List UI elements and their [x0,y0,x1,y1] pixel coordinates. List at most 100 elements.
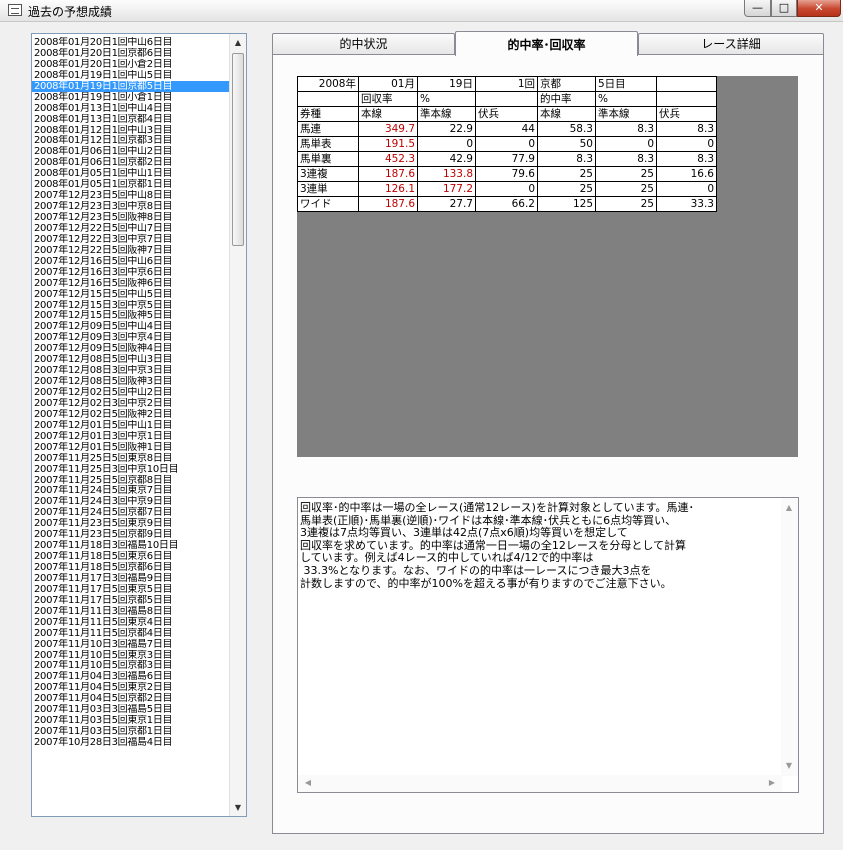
note-vertical-scrollbar[interactable]: ▲ ▼ [781,498,798,776]
minimize-button[interactable]: — [744,0,771,17]
note-line: 計数しますので、的中率が100%を超える事が有りますのでご注意下さい。 [300,576,672,590]
race-list-item[interactable]: 2007年12月23日3回中京8日目 [32,201,230,212]
grid-value-cell: 8.3 [656,121,717,137]
list-scrollbar[interactable]: ▲ ▼ [229,34,246,816]
race-list-item[interactable]: 2007年11月10日5回東京3日目 [32,650,230,661]
race-list-item[interactable]: 2007年11月24日5回京都7日目 [32,507,230,518]
race-list-item[interactable]: 2008年01月20日1回小倉2日目 [32,59,230,70]
race-list-item[interactable]: 2007年11月03日5回東京1日目 [32,715,230,726]
race-list-item[interactable]: 2007年11月25日5回東京8日目 [32,453,230,464]
race-list-item[interactable]: 2007年11月25日5回京都8日目 [32,475,230,486]
race-list-item[interactable]: 2007年12月09日3回中京4日目 [32,332,230,343]
grid-value-cell: 50 [537,136,596,152]
race-list-item[interactable]: 2008年01月12日1回京都3日目 [32,135,230,146]
grid-value-cell: 0 [656,181,717,197]
race-list-item[interactable]: 2007年12月16日5回中山6日目 [32,256,230,267]
race-list-item[interactable]: 2007年12月02日3回中京2日目 [32,398,230,409]
race-list-item[interactable]: 2007年11月24日3回中京9日目 [32,496,230,507]
race-list-item[interactable]: 2007年12月15日3回中京5日目 [32,300,230,311]
race-list-item[interactable]: 2007年11月04日5回東京2日目 [32,682,230,693]
grid-value-cell: 187.6 [358,166,418,182]
grid-header-cell: % [417,91,476,107]
note-scroll-left-icon[interactable]: ◀ [300,775,316,791]
race-list-item[interactable]: 2007年12月23日5回中山8日目 [32,190,230,201]
race-list-item[interactable]: 2007年11月23日5回東京9日目 [32,518,230,529]
race-list-item[interactable]: 2008年01月05日1回京都1日目 [32,179,230,190]
race-list-item[interactable]: 2007年11月10日5回京都3日目 [32,660,230,671]
race-list-item[interactable]: 2007年12月22日5回阪神7日目 [32,245,230,256]
maximize-button[interactable]: □ [771,0,797,17]
grid-value-cell: 187.6 [358,196,418,212]
bet-type-cell: ワイド [297,196,359,212]
race-list-item[interactable]: 2007年12月02日5回阪神2日目 [32,409,230,420]
race-list-item[interactable]: 2007年11月04日5回京都2日目 [32,693,230,704]
race-list-item[interactable]: 2007年11月03日3回福島5日目 [32,704,230,715]
race-list-item[interactable]: 2008年01月06日1回中山2日目 [32,146,230,157]
race-list-item[interactable]: 2007年12月02日5回中山2日目 [32,387,230,398]
note-scroll-right-icon[interactable]: ▶ [764,775,780,791]
race-list-item[interactable]: 2007年12月08日5回中山3日目 [32,354,230,365]
tab-race-detail[interactable]: レース詳細 [638,33,824,54]
race-list-item[interactable]: 2007年12月15日5回中山5日目 [32,289,230,300]
race-list-item[interactable]: 2007年11月18日3回福島10日目 [32,540,230,551]
race-list-item[interactable]: 2007年12月22日5回中山7日目 [32,223,230,234]
race-list-item[interactable]: 2007年11月04日3回福島6日目 [32,671,230,682]
race-list-item[interactable]: 2008年01月13日1回京都4日目 [32,114,230,125]
race-list-item[interactable]: 2008年01月19日1回京都5日目 [32,80,230,92]
grid-header-cell: 2008年 [297,76,359,92]
race-list-item[interactable]: 2007年12月09日5回阪神4日目 [32,343,230,354]
race-list-item[interactable]: 2007年12月01日5回阪神1日目 [32,442,230,453]
grid-value-cell: 126.1 [358,181,418,197]
race-list-item[interactable]: 2007年12月01日5回中山1日目 [32,420,230,431]
race-list-item[interactable]: 2007年12月08日5回阪神3日目 [32,376,230,387]
grid-value-cell: 79.6 [475,166,538,182]
race-list-item[interactable]: 2008年01月12日1回中山3日目 [32,125,230,136]
race-list-item[interactable]: 2007年11月10日3回福島7日目 [32,639,230,650]
note-scroll-up-icon[interactable]: ▲ [781,500,797,516]
scrollbar-thumb[interactable] [232,53,244,246]
race-list-item[interactable]: 2007年12月22日3回中京7日目 [32,234,230,245]
race-list-items: 2008年01月20日1回中山6日目 2008年01月20日1回京都6日目 2008… [32,37,230,748]
race-list-item[interactable]: 2007年11月11日5回東京4日目 [32,617,230,628]
race-list-item[interactable]: 2008年01月19日1回小倉1日目 [32,92,230,103]
race-list-item[interactable]: 2007年12月23日5回阪神8日目 [32,212,230,223]
grid-value-cell: 66.2 [475,196,538,212]
tab-hit-status[interactable]: 的中状況 [272,33,455,54]
race-list-item[interactable]: 2007年11月11日5回京都4日目 [32,628,230,639]
note-horizontal-scrollbar[interactable]: ◀ ▶ [298,775,782,792]
note-textbox[interactable]: 回収率･的中率は一場の全レース(通常12レース)を計算対象としています。馬連･馬… [297,497,799,793]
race-list-item[interactable]: 2007年11月18日5回京都6日目 [32,562,230,573]
race-list-item[interactable]: 2008年01月20日1回中山6日目 [32,37,230,48]
race-list-item[interactable]: 2008年01月19日1回中山5日目 [32,70,230,81]
grid-header-cell: 01月 [358,76,418,92]
tab-hit-rate-return[interactable]: 的中率･回収率 [455,31,638,56]
note-line: 3連複は7点均等買い、3連単は42点(7点x6順)均等買いを想定して [300,526,628,540]
race-list-item[interactable]: 2007年12月15日5回阪神5日目 [32,310,230,321]
race-list-item[interactable]: 2008年01月13日1回中山4日目 [32,103,230,114]
race-list-item[interactable]: 2007年12月08日3回中京3日目 [32,365,230,376]
close-button[interactable]: ✕ [797,0,841,17]
race-list-item[interactable]: 2008年01月06日1回京都2日目 [32,157,230,168]
race-list-item[interactable]: 2007年11月17日5回東京5日目 [32,584,230,595]
race-list-item[interactable]: 2007年12月16日5回阪神6日目 [32,278,230,289]
scroll-down-icon[interactable]: ▼ [230,799,246,816]
race-list-item[interactable]: 2007年11月11日3回福島8日目 [32,606,230,617]
note-scroll-down-icon[interactable]: ▼ [781,758,797,774]
race-list-item[interactable]: 2007年11月18日5回東京6日目 [32,551,230,562]
race-list-item[interactable]: 2007年11月17日5回京都5日目 [32,595,230,606]
race-list-item[interactable]: 2007年12月16日3回中京6日目 [32,267,230,278]
race-list-item[interactable]: 2007年11月23日5回京都9日目 [32,529,230,540]
race-list-item[interactable]: 2007年10月28日3回福島4日目 [32,737,230,748]
race-date-list[interactable]: 2008年01月20日1回中山6日目 2008年01月20日1回京都6日目 2008… [31,33,247,817]
race-list-item[interactable]: 2007年12月01日3回中京1日目 [32,431,230,442]
race-list-item[interactable]: 2008年01月05日1回中山1日目 [32,168,230,179]
scroll-up-icon[interactable]: ▲ [230,34,246,51]
race-list-item[interactable]: 2007年12月09日5回中山4日目 [32,321,230,332]
race-list-item[interactable]: 2007年11月17日3回福島9日目 [32,573,230,584]
race-list-item[interactable]: 2008年01月20日1回京都6日目 [32,48,230,59]
race-list-item[interactable]: 2007年11月25日3回中京10日目 [32,464,230,475]
grid-value-cell: 191.5 [358,136,418,152]
grid-header-cell: 回収率 [358,91,418,107]
race-list-item[interactable]: 2007年11月24日5回東京7日目 [32,485,230,496]
race-list-item[interactable]: 2007年11月03日5回京都1日目 [32,726,230,737]
